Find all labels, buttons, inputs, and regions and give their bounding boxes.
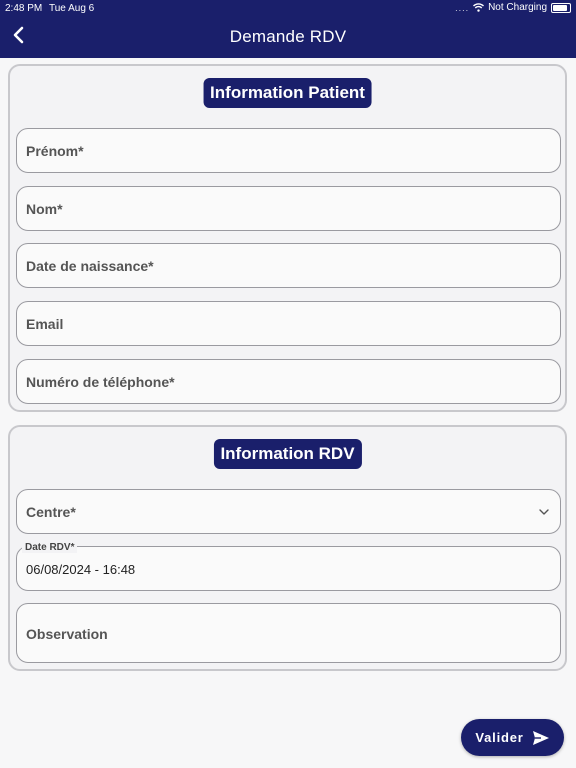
wifi-icon — [473, 3, 485, 12]
charging-status: Not Charging — [488, 2, 547, 13]
phone-field[interactable]: Numéro de téléphone* — [16, 359, 561, 404]
email-label: Email — [26, 316, 64, 332]
patient-section-heading: Information Patient — [203, 78, 372, 108]
patient-info-card: Information Patient Prénom* Nom* Date de… — [8, 64, 567, 412]
date-rdv-value: 06/08/2024 - 16:48 — [26, 562, 136, 577]
rdv-info-card: Information RDV Centre* 06/08/2024 - 16:… — [8, 425, 567, 671]
centre-select[interactable]: Centre* — [16, 489, 561, 534]
chevron-down-icon — [539, 509, 549, 515]
send-icon — [532, 730, 549, 745]
first-name-field[interactable]: Prénom* — [16, 128, 561, 173]
battery-icon — [551, 2, 571, 13]
status-time: 2:48 PM — [5, 3, 43, 14]
app-header: 2:48 PM Tue Aug 6 .... Not Charging Dema… — [0, 0, 576, 58]
birth-date-field[interactable]: Date de naissance* — [16, 243, 561, 288]
last-name-field[interactable]: Nom* — [16, 186, 561, 231]
observation-label: Observation — [26, 626, 108, 642]
date-rdv-field[interactable]: 06/08/2024 - 16:48 — [16, 546, 561, 591]
page-title: Demande RDV — [229, 27, 347, 46]
observation-field[interactable]: Observation — [16, 603, 561, 663]
email-field[interactable]: Email — [16, 301, 561, 346]
date-rdv-label: Date RDV* — [22, 542, 78, 553]
status-date: Tue Aug 6 — [49, 3, 95, 14]
first-name-label: Prénom* — [26, 143, 84, 159]
phone-label: Numéro de téléphone* — [26, 374, 175, 390]
centre-label: Centre* — [26, 504, 76, 520]
signal-dots: .... — [455, 2, 470, 13]
rdv-section-heading: Information RDV — [213, 439, 362, 469]
submit-label: Valider — [475, 730, 524, 745]
birth-date-label: Date de naissance* — [26, 258, 154, 274]
last-name-label: Nom* — [26, 201, 63, 217]
status-right: .... Not Charging — [455, 2, 571, 13]
submit-button[interactable]: Valider — [461, 719, 564, 756]
status-bar: 2:48 PM Tue Aug 6 .... Not Charging — [0, 0, 576, 16]
